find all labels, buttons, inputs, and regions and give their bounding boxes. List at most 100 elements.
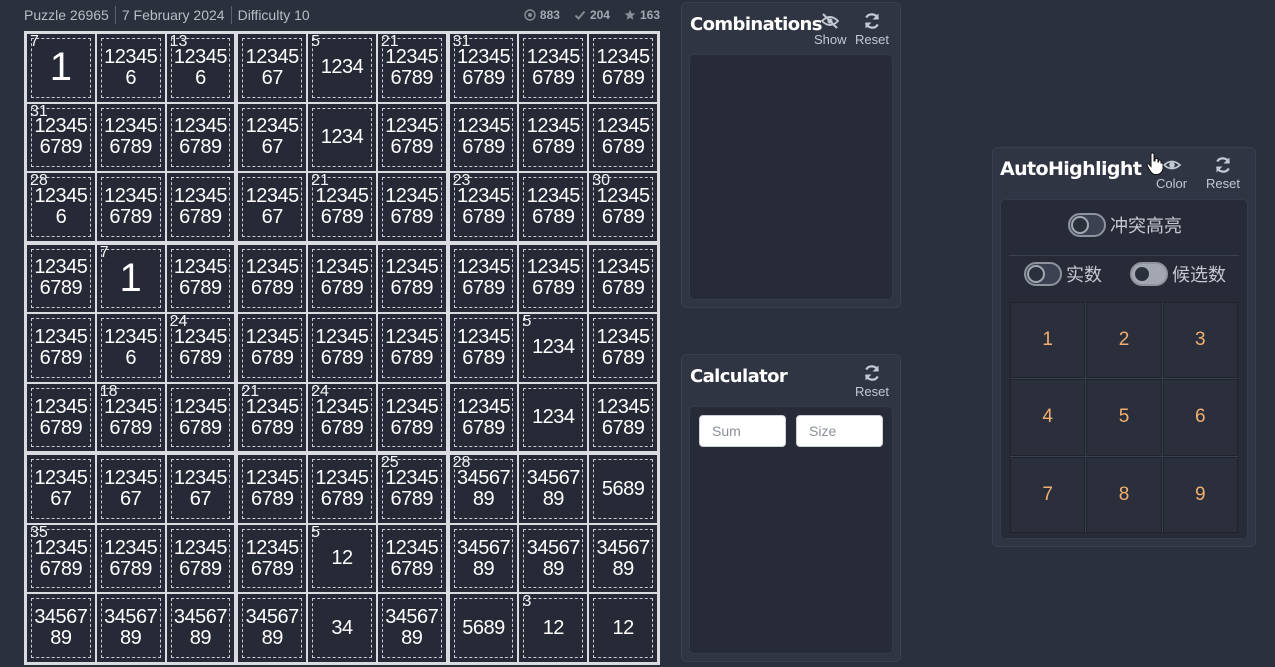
grid-cell[interactable]: 12345 6789 [96, 103, 165, 172]
highlight-digit-button[interactable]: 2 [1086, 302, 1162, 379]
highlight-digit-button[interactable]: 3 [1162, 302, 1238, 379]
grid-cell[interactable]: 12345 6 [96, 34, 165, 102]
grid-cell[interactable]: 30 12345 6789 [589, 172, 657, 241]
highlight-digit-button[interactable]: 7 [1010, 456, 1086, 533]
grid-cell[interactable]: 12345 6789 [166, 244, 235, 313]
highlight-digit-button[interactable]: 9 [1162, 456, 1238, 533]
grid-cell[interactable]: 12345 6789 [166, 383, 235, 452]
grid-cell[interactable]: 24 12345 6789 [308, 383, 376, 452]
sum-input[interactable] [699, 415, 786, 447]
grid-cell[interactable]: 12345 6789 [589, 244, 657, 313]
grid-cell[interactable]: 5689 [449, 594, 518, 662]
grid-cell[interactable]: 5689 [589, 455, 657, 523]
grid-cell[interactable]: 12345 6789 [308, 314, 376, 382]
grid-cell[interactable]: 12345 67 [27, 455, 95, 523]
grid-cell[interactable]: 34567 89 [449, 524, 518, 593]
highlight-digit-button[interactable]: 8 [1086, 456, 1162, 533]
grid-cell[interactable]: 12345 6789 [377, 383, 446, 452]
grid-cell[interactable]: 21 12345 6789 [238, 383, 307, 452]
candidate-toggle-row[interactable]: 候选数 [1130, 261, 1226, 287]
grid-cell[interactable]: 34567 89 [519, 524, 588, 593]
grid-cell[interactable]: 12345 6789 [449, 383, 518, 452]
grid-cell[interactable]: 12345 6789 [166, 524, 235, 593]
grid-cell[interactable]: 12345 6789 [519, 244, 588, 313]
grid-cell[interactable]: 71 [96, 244, 165, 313]
grid-cell[interactable]: 34567 89 [519, 455, 588, 523]
grid-cell[interactable]: 12345 6789 [589, 383, 657, 452]
grid-cell[interactable]: 5 12 [308, 524, 376, 593]
grid-cell[interactable]: 12345 6789 [27, 314, 95, 382]
grid-cell[interactable]: 12345 6789 [166, 173, 235, 241]
grid-cell[interactable]: 12345 67 [238, 103, 307, 172]
grid-cell[interactable]: 34567 89 [377, 594, 446, 662]
real-toggle-row[interactable]: 实数 [1024, 261, 1102, 287]
grid-cell[interactable]: 12345 6789 [166, 103, 235, 172]
grid-cell[interactable]: 12345 6 [96, 314, 165, 382]
grid-cell[interactable]: 12345 6789 [449, 103, 518, 172]
autohighlight-reset-button[interactable]: Reset [1206, 155, 1240, 191]
grid-cell[interactable]: 12345 67 [238, 173, 307, 241]
grid-cell[interactable]: 71 [27, 33, 95, 102]
grid-cell[interactable]: 12345 67 [238, 34, 307, 102]
grid-cell[interactable]: 12345 6789 [377, 524, 446, 593]
grid-cell[interactable]: 21 12345 6789 [377, 33, 446, 102]
grid-cell[interactable]: 34 [308, 594, 376, 662]
grid-cell[interactable]: 12345 67 [96, 455, 165, 523]
combinations-reset-button[interactable]: Reset [855, 11, 889, 47]
grid-cell[interactable]: 12345 6789 [238, 455, 307, 523]
grid-cell[interactable]: 12345 6789 [519, 34, 588, 102]
grid-cell[interactable]: 31 12345 6789 [449, 33, 518, 102]
grid-cell[interactable]: 35 12345 6789 [27, 524, 95, 593]
grid-cell[interactable]: 12345 6789 [27, 244, 95, 313]
real-toggle[interactable] [1024, 262, 1062, 286]
candidate-toggle[interactable] [1130, 262, 1168, 286]
grid-cell[interactable]: 1234 [519, 383, 588, 452]
grid-cell[interactable]: 31 12345 6789 [27, 103, 95, 172]
grid-cell[interactable]: 12345 6789 [27, 383, 95, 452]
grid-cell[interactable]: 5 1234 [519, 313, 588, 382]
grid-cell[interactable]: 25 12345 6789 [377, 454, 446, 523]
grid-cell[interactable]: 13 12345 6 [166, 33, 235, 102]
grid-cell[interactable]: 12345 6789 [238, 524, 307, 593]
grid-cell[interactable]: 34567 89 [238, 594, 307, 662]
grid-cell[interactable]: 21 12345 6789 [308, 172, 376, 241]
grid-cell[interactable]: 28 34567 89 [449, 454, 518, 523]
grid-cell[interactable]: 12345 6789 [377, 244, 446, 313]
grid-cell[interactable]: 12345 6789 [377, 314, 446, 382]
grid-cell[interactable]: 12345 6789 [589, 34, 657, 102]
grid-cell[interactable]: 12345 6789 [519, 103, 588, 172]
grid-cell[interactable]: 23 12345 6789 [449, 172, 518, 241]
highlight-digit-button[interactable]: 4 [1010, 379, 1086, 456]
grid-cell[interactable]: 12345 6789 [519, 173, 588, 241]
grid-cell[interactable]: 28 12345 6 [27, 172, 95, 241]
grid-cell[interactable]: 34567 89 [27, 594, 95, 662]
conflict-toggle-row[interactable]: 冲突高亮 [1068, 212, 1182, 238]
grid-cell[interactable]: 12345 6789 [377, 103, 446, 172]
grid-cell[interactable]: 24 12345 6789 [166, 313, 235, 382]
grid-cell[interactable]: 12345 6789 [589, 103, 657, 172]
show-button[interactable]: Show [814, 11, 847, 47]
calculator-reset-button[interactable]: Reset [855, 363, 889, 399]
grid-cell[interactable]: 34567 89 [166, 594, 235, 662]
grid-cell[interactable]: 12345 6789 [377, 173, 446, 241]
grid-cell[interactable]: 18 12345 6789 [96, 383, 165, 452]
highlight-digit-button[interactable]: 6 [1162, 379, 1238, 456]
grid-cell[interactable]: 12345 6789 [449, 314, 518, 382]
grid-cell[interactable]: 34567 89 [96, 594, 165, 662]
grid-cell[interactable]: 12345 6789 [96, 173, 165, 241]
grid-cell[interactable]: 1234 [308, 103, 376, 172]
highlight-digit-button[interactable]: 5 [1086, 379, 1162, 456]
grid-cell[interactable]: 34567 89 [589, 524, 657, 593]
grid-cell[interactable]: 5 1234 [308, 33, 376, 102]
grid-cell[interactable]: 12345 6789 [449, 244, 518, 313]
size-input[interactable] [796, 415, 883, 447]
grid-cell[interactable]: 12345 6789 [589, 314, 657, 382]
conflict-toggle[interactable] [1068, 213, 1106, 237]
grid-cell[interactable]: 12345 67 [166, 455, 235, 523]
grid-cell[interactable]: 3 12 [519, 593, 588, 662]
grid-cell[interactable]: 12345 6789 [238, 314, 307, 382]
grid-cell[interactable]: 12345 6789 [308, 244, 376, 313]
highlight-digit-button[interactable]: 1 [1010, 302, 1086, 379]
grid-cell[interactable]: 12345 6789 [238, 244, 307, 313]
grid-cell[interactable]: 12345 6789 [308, 455, 376, 523]
